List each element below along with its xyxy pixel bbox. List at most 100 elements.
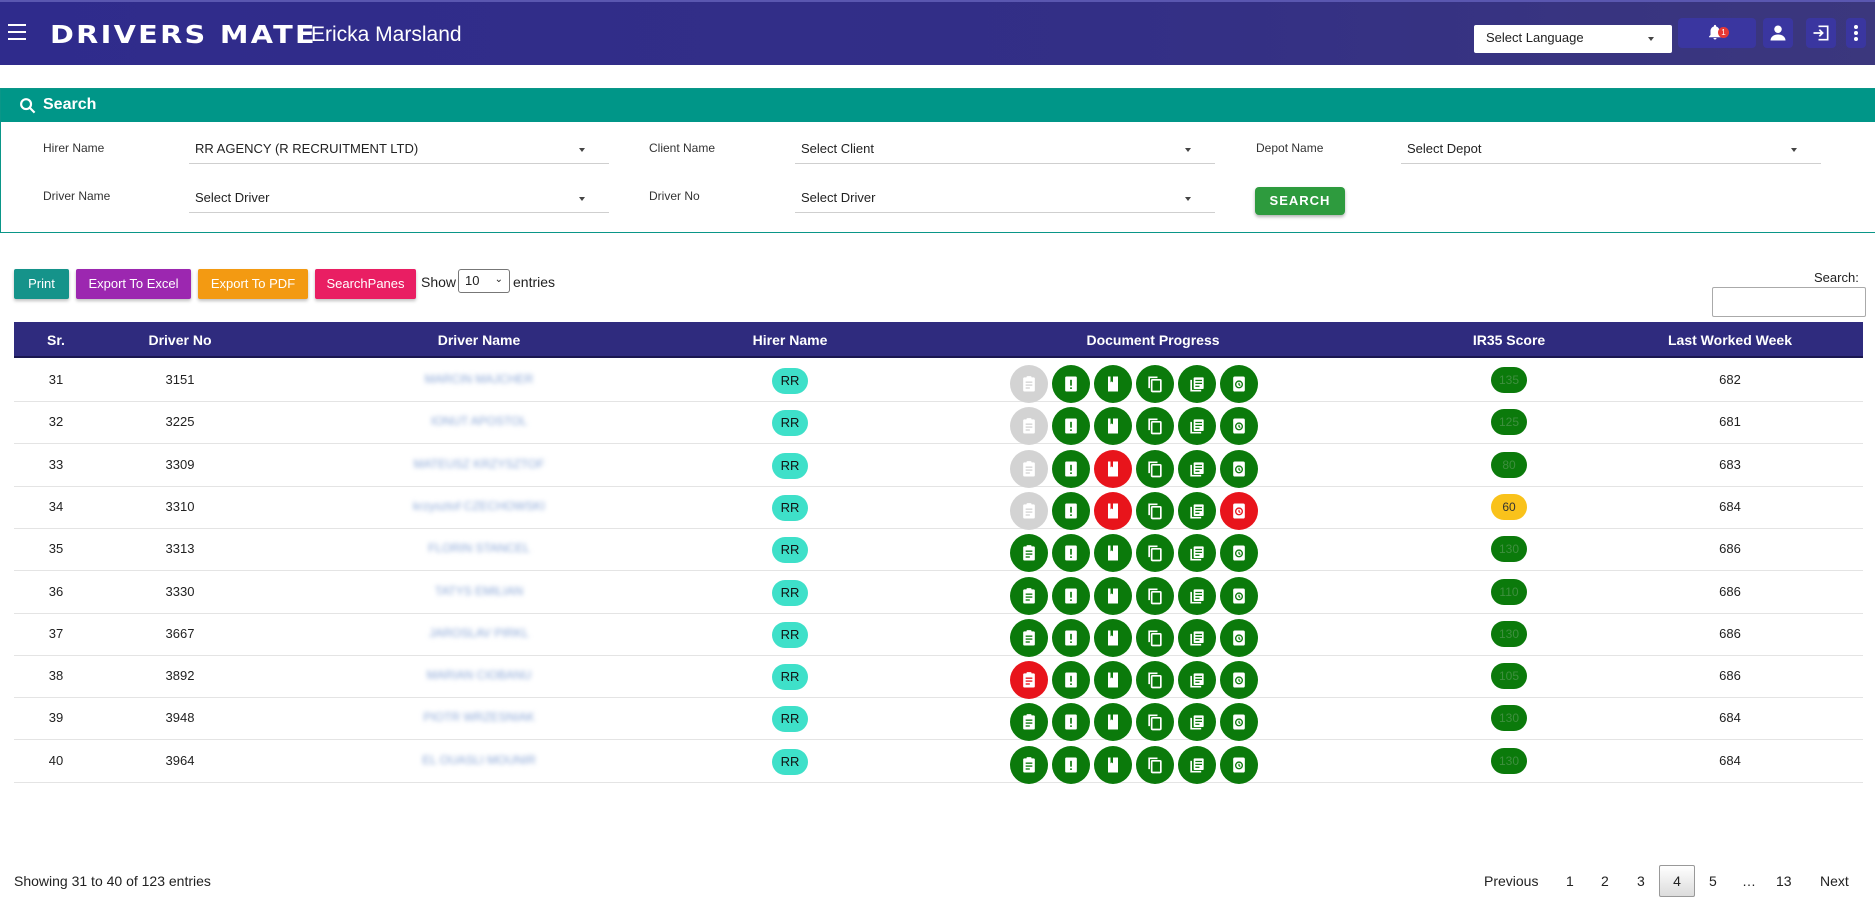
doc-status-book[interactable] <box>1094 491 1132 530</box>
table-row[interactable]: 34 3310 krzysztof CZECHOWSKI RR 60 684 <box>14 487 1863 530</box>
doc-status-history[interactable] <box>1220 661 1258 700</box>
table-row[interactable]: 40 3964 EL OUASLI MOUNIR RR 130 684 <box>14 741 1863 784</box>
doc-status-copy[interactable] <box>1136 449 1174 488</box>
pagination-page-2[interactable]: 2 <box>1601 873 1609 889</box>
doc-status-list-doc[interactable] <box>1178 576 1216 615</box>
doc-status-clipboard[interactable] <box>1010 703 1048 742</box>
col-ir35-score[interactable]: IR35 Score <box>1473 332 1545 348</box>
doc-status-list-doc[interactable] <box>1178 703 1216 742</box>
entries-per-page-select[interactable]: 10 ⌄ <box>458 269 510 293</box>
doc-status-book[interactable] <box>1094 365 1132 403</box>
doc-status-book[interactable] <box>1094 618 1132 657</box>
driver-name-select[interactable]: Select Driver <box>189 183 609 213</box>
doc-status-history[interactable] <box>1220 745 1258 784</box>
doc-status-clipboard[interactable] <box>1010 365 1048 403</box>
doc-status-book[interactable] <box>1094 449 1132 488</box>
doc-status-list-doc[interactable] <box>1178 449 1216 488</box>
driver-no-select[interactable]: Select Driver <box>795 183 1215 213</box>
cell-driver-name[interactable]: EL OUASLI MOUNIR <box>422 753 536 767</box>
doc-status-copy[interactable] <box>1136 661 1174 700</box>
doc-status-copy[interactable] <box>1136 745 1174 784</box>
doc-status-alert-doc[interactable] <box>1052 534 1090 573</box>
doc-status-alert-doc[interactable] <box>1052 449 1090 488</box>
doc-status-history[interactable] <box>1220 407 1258 446</box>
doc-status-book[interactable] <box>1094 576 1132 615</box>
doc-status-list-doc[interactable] <box>1178 534 1216 573</box>
doc-status-book[interactable] <box>1094 661 1132 700</box>
notifications-button[interactable]: 1 <box>1678 18 1756 48</box>
doc-status-list-doc[interactable] <box>1178 407 1216 446</box>
table-row[interactable]: 31 3151 MARCIN MAJCHER RR 135 682 <box>14 360 1863 403</box>
doc-status-history[interactable] <box>1220 703 1258 742</box>
doc-status-clipboard[interactable] <box>1010 449 1048 488</box>
col-hirer-name[interactable]: Hirer Name <box>753 332 828 348</box>
doc-status-clipboard[interactable] <box>1010 491 1048 530</box>
doc-status-copy[interactable] <box>1136 407 1174 446</box>
doc-status-copy[interactable] <box>1136 491 1174 530</box>
pagination-page-1[interactable]: 1 <box>1566 873 1574 889</box>
table-row[interactable]: 35 3313 FLORIN STANCEL RR 130 686 <box>14 529 1863 573</box>
cell-driver-name[interactable]: krzysztof CZECHOWSKI <box>413 499 545 513</box>
doc-status-alert-doc[interactable] <box>1052 703 1090 742</box>
doc-status-list-doc[interactable] <box>1178 661 1216 700</box>
doc-status-list-doc[interactable] <box>1178 618 1216 657</box>
doc-status-book[interactable] <box>1094 745 1132 784</box>
table-row[interactable]: 38 3892 MARIAN CIOBANU RR 105 686 <box>14 656 1863 700</box>
doc-status-history[interactable] <box>1220 618 1258 657</box>
cell-driver-name[interactable]: IONUT APOSTOL <box>431 414 527 428</box>
doc-status-book[interactable] <box>1094 703 1132 742</box>
hirer-name-select[interactable]: RR AGENCY (R RECRUITMENT LTD) <box>189 134 609 164</box>
pagination-previous[interactable]: Previous <box>1484 873 1538 889</box>
more-options-button[interactable] <box>1846 18 1866 48</box>
doc-status-clipboard[interactable] <box>1010 618 1048 657</box>
doc-status-alert-doc[interactable] <box>1052 576 1090 615</box>
doc-status-copy[interactable] <box>1136 365 1174 403</box>
doc-status-history[interactable] <box>1220 491 1258 530</box>
doc-status-alert-doc[interactable] <box>1052 745 1090 784</box>
pagination-page-3[interactable]: 3 <box>1637 873 1645 889</box>
doc-status-history[interactable] <box>1220 576 1258 615</box>
doc-status-clipboard[interactable] <box>1010 407 1048 446</box>
brand-logo[interactable]: DRIVERS MATE <box>50 20 317 49</box>
doc-status-clipboard[interactable] <box>1010 745 1048 784</box>
doc-status-alert-doc[interactable] <box>1052 661 1090 700</box>
doc-status-alert-doc[interactable] <box>1052 618 1090 657</box>
table-row[interactable]: 37 3667 JAROSLAV PIRKL RR 130 686 <box>14 614 1863 657</box>
col-sr[interactable]: Sr. <box>47 332 65 348</box>
client-name-select[interactable]: Select Client <box>795 134 1215 164</box>
doc-status-list-doc[interactable] <box>1178 365 1216 403</box>
doc-status-history[interactable] <box>1220 449 1258 488</box>
search-panes-button[interactable]: SearchPanes <box>315 269 416 299</box>
menu-icon[interactable] <box>8 24 26 40</box>
cell-driver-name[interactable]: PIOTR WRZESNIAK <box>423 710 534 724</box>
doc-status-alert-doc[interactable] <box>1052 407 1090 446</box>
doc-status-history[interactable] <box>1220 365 1258 403</box>
doc-status-clipboard[interactable] <box>1010 661 1048 700</box>
language-select[interactable]: Select Language <box>1474 25 1672 53</box>
col-driver-no[interactable]: Driver No <box>148 332 211 348</box>
doc-status-copy[interactable] <box>1136 576 1174 615</box>
col-last-worked-week[interactable]: Last Worked Week <box>1668 332 1792 348</box>
profile-button[interactable] <box>1763 18 1793 48</box>
print-button[interactable]: Print <box>14 269 69 299</box>
cell-driver-name[interactable]: MARCIN MAJCHER <box>425 372 534 386</box>
doc-status-alert-doc[interactable] <box>1052 491 1090 530</box>
logout-button[interactable] <box>1806 18 1836 48</box>
table-row[interactable]: 32 3225 IONUT APOSTOL RR 125 681 <box>14 402 1863 446</box>
pagination-page-5[interactable]: 5 <box>1709 873 1717 889</box>
depot-name-select[interactable]: Select Depot <box>1401 134 1821 164</box>
export-pdf-button[interactable]: Export To PDF <box>198 269 308 299</box>
table-row[interactable]: 36 3330 TATYS EMILIAN RR 110 686 <box>14 572 1863 615</box>
doc-status-history[interactable] <box>1220 534 1258 573</box>
table-search-input[interactable] <box>1712 287 1866 317</box>
table-row[interactable]: 33 3309 MATEUSZ KRZYSZTOF RR 80 683 <box>14 445 1863 488</box>
pagination-page-4-current[interactable]: 4 <box>1659 865 1695 897</box>
cell-driver-name[interactable]: JAROSLAV PIRKL <box>429 626 529 640</box>
cell-driver-name[interactable]: FLORIN STANCEL <box>428 541 530 555</box>
doc-status-copy[interactable] <box>1136 618 1174 657</box>
doc-status-clipboard[interactable] <box>1010 534 1048 573</box>
cell-driver-name[interactable]: TATYS EMILIAN <box>435 584 523 598</box>
table-row[interactable]: 39 3948 PIOTR WRZESNIAK RR 130 684 <box>14 698 1863 742</box>
doc-status-alert-doc[interactable] <box>1052 365 1090 403</box>
pagination-page-13[interactable]: 13 <box>1776 873 1792 889</box>
